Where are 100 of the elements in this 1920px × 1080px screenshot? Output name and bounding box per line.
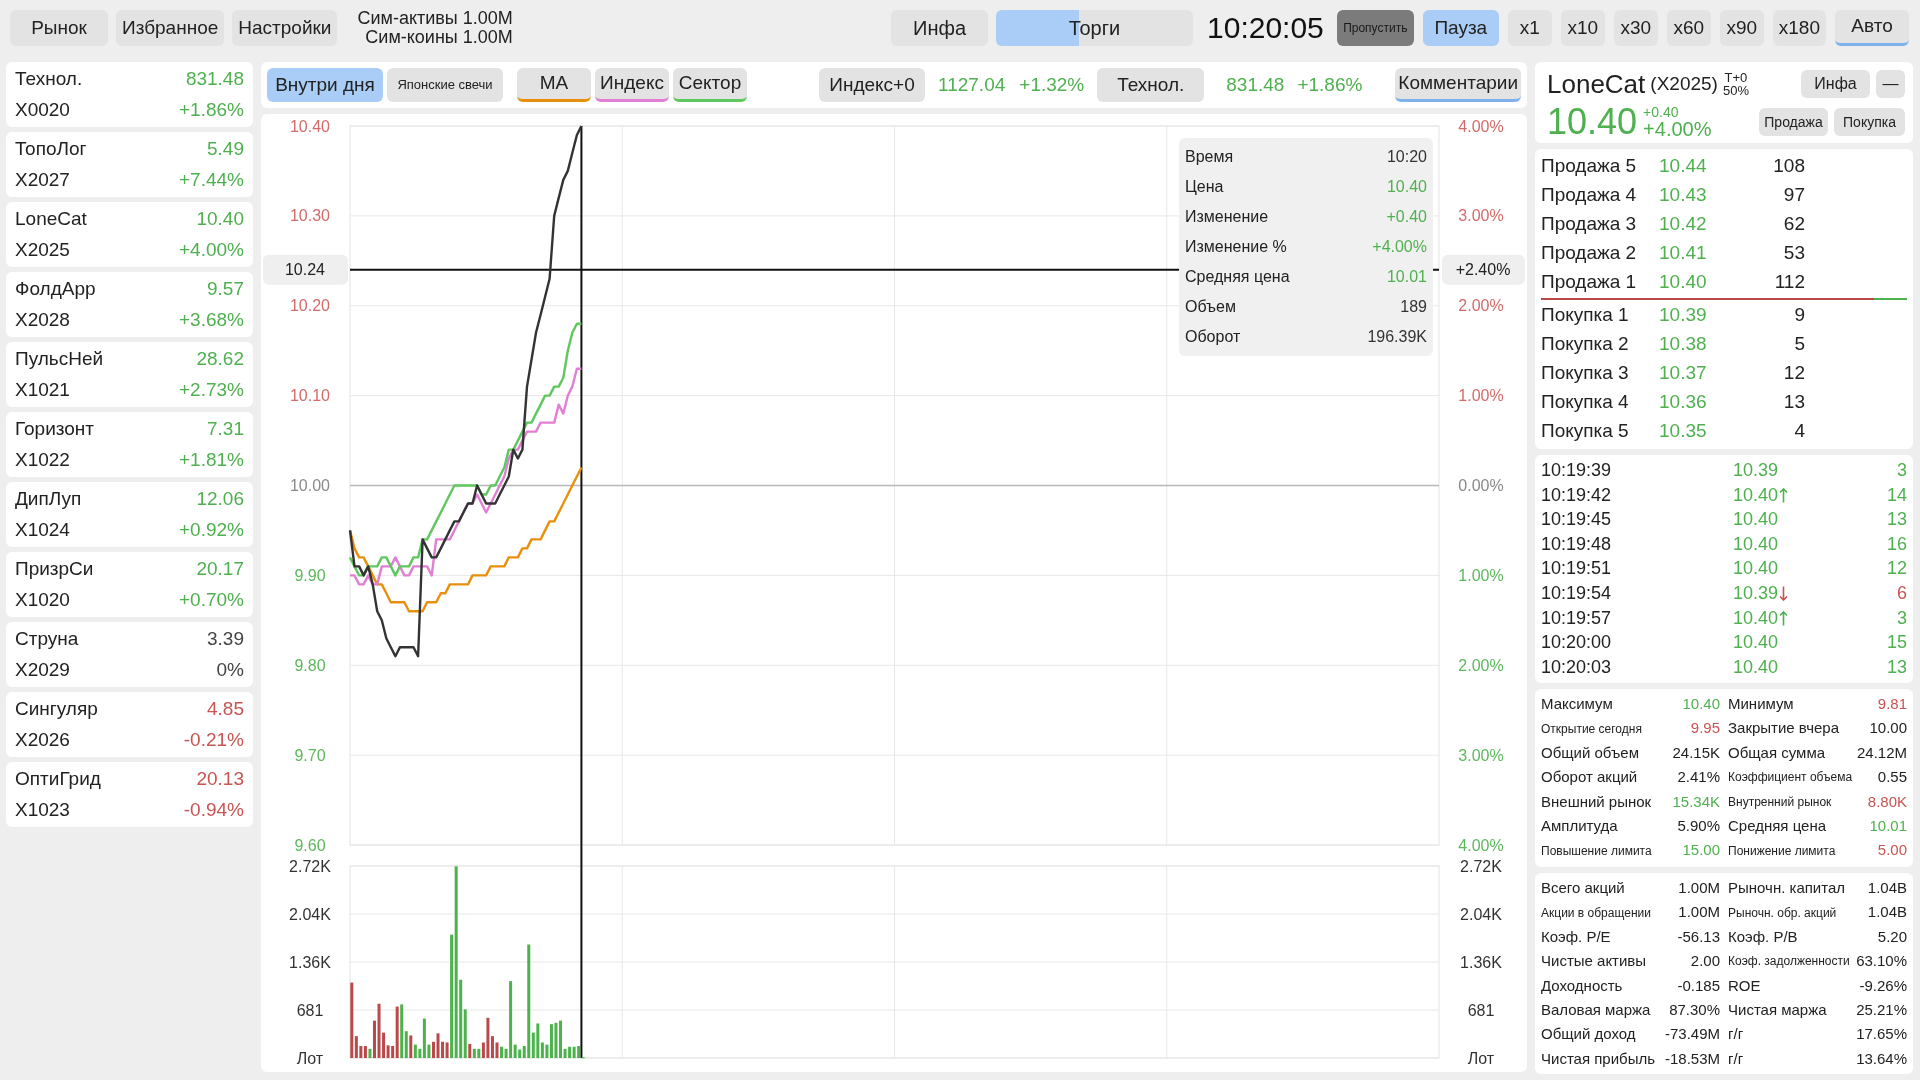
stock-price: 4.85 <box>207 697 244 721</box>
stock-change: +0.70% <box>179 588 244 612</box>
axis-label: 10.00 <box>290 477 330 494</box>
chart-mode-tab[interactable]: Японские свечи <box>387 68 503 102</box>
speed-button[interactable]: x180 <box>1772 10 1826 46</box>
stat-label: Рыночн. капитал <box>1728 877 1846 898</box>
stat-label: Внутренний рынок <box>1728 793 1832 811</box>
stat-value: 10.40 <box>1682 693 1720 714</box>
watchlist-item[interactable]: ОптиГрид 20.13 X1023 -0.94% <box>6 762 253 827</box>
watchlist-item[interactable]: Сингуляр 4.85 X2026 -0.21% <box>6 692 253 757</box>
skip-button[interactable]: Пропустить <box>1336 10 1414 46</box>
axis-label: 1.00% <box>1458 387 1504 405</box>
nav-button[interactable]: Настройки <box>232 10 338 46</box>
stock-change: +3.68% <box>179 308 244 332</box>
stock-change: +7.44% <box>179 168 244 192</box>
stat-value: -9.26% <box>1859 975 1907 996</box>
clock-time: 10:20:05 <box>1207 11 1324 45</box>
watchlist-item[interactable]: Горизонт 7.31 X1022 +1.81% <box>6 412 253 477</box>
speed-button[interactable]: x10 <box>1560 10 1605 46</box>
comments-toggle[interactable]: Комментарии <box>1395 68 1521 102</box>
stat-value: 2.00 <box>1690 951 1720 972</box>
trade-volume: 13 <box>1886 508 1907 532</box>
tooltip-label: Изменение <box>1185 207 1269 227</box>
speed-button[interactable]: x30 <box>1613 10 1658 46</box>
buy-button[interactable]: Покупка <box>1834 108 1905 136</box>
stock-name: LoneCat <box>15 207 87 231</box>
crosshair-price-label: 10.24 <box>263 254 348 285</box>
stat-label: Повышение лимита <box>1541 842 1652 860</box>
info-button[interactable]: Инфа <box>891 10 988 46</box>
stat-value: 1.04B <box>1867 877 1907 898</box>
watchlist-item[interactable]: LoneCat 10.40 X2025 +4.00% <box>6 202 253 267</box>
speed-button[interactable]: x90 <box>1719 10 1764 46</box>
watchlist-item[interactable]: Струна 3.39 X2029 0% <box>6 622 253 687</box>
index-button[interactable]: Индекс+0 <box>819 68 925 102</box>
auto-toggle[interactable]: Авто <box>1835 10 1909 46</box>
order-level-label: Покупка 4 <box>1541 390 1630 415</box>
order-price: 10.35 <box>1659 419 1708 444</box>
axis-label: 2.04K <box>289 905 331 923</box>
crosshair-percent-label: +2.40% <box>1442 254 1525 285</box>
tooltip-label: Время <box>1185 147 1234 167</box>
stat-value: 8.80K <box>1867 791 1907 812</box>
watchlist-item[interactable]: ПризрСи 20.17 X1020 +0.70% <box>6 552 253 617</box>
trade-time: 10:19:51 <box>1541 557 1613 581</box>
indicator-toggle[interactable]: Индекс <box>595 68 669 102</box>
speed-button[interactable]: x1 <box>1507 10 1552 46</box>
indicator-toggle[interactable]: Сектор <box>673 68 747 102</box>
tooltip-value: 10:20 <box>1386 147 1427 167</box>
trade-price: 10.40 <box>1733 508 1779 532</box>
tooltip-label: Оборот <box>1185 327 1241 347</box>
chart-mode-tab[interactable]: Внутри дня <box>267 68 383 102</box>
speed-button[interactable]: x60 <box>1666 10 1711 46</box>
watchlist-item[interactable]: ФолдАрр 9.57 X2028 +3.68% <box>6 272 253 337</box>
nav-button[interactable]: Избранное <box>116 10 225 46</box>
watchlist-item[interactable]: ДипЛуп 12.06 X1024 +0.92% <box>6 482 253 547</box>
stock-price: 10.40 <box>196 207 244 231</box>
stat-value: 25.21% <box>1856 999 1907 1020</box>
axis-label: 4.00% <box>1458 836 1504 854</box>
index-change: +1.32% <box>1019 72 1085 97</box>
axis-label: 2.04K <box>1460 905 1502 923</box>
axis-label: 681 <box>1467 1001 1495 1019</box>
order-volume: 12 <box>1782 361 1805 386</box>
stock-name: ТопоЛог <box>15 137 87 161</box>
axis-label: 10.30 <box>290 207 330 225</box>
stock-price: 3.39 <box>207 627 244 651</box>
sell-button[interactable]: Продажа <box>1759 108 1828 136</box>
stock-code: X2027 <box>15 168 70 192</box>
stat-value: 1.00M <box>1678 902 1720 923</box>
sector-button[interactable]: Технол. <box>1097 68 1205 102</box>
speed-button[interactable]: Пауза <box>1422 10 1499 46</box>
watchlist-item[interactable]: ПульсНей 28.62 X1021 +2.73% <box>6 342 253 407</box>
axis-label: 2.00% <box>1458 656 1504 674</box>
order-level-label: Покупка 1 <box>1541 303 1630 328</box>
stat-label: Средняя цена <box>1728 815 1827 836</box>
order-price: 10.36 <box>1659 390 1708 415</box>
order-volume: 108 <box>1772 154 1805 179</box>
watchlist-item[interactable]: ТопоЛог 5.49 X2027 +7.44% <box>6 132 253 197</box>
tooltip-value: 189 <box>1400 297 1427 317</box>
order-level-label: Покупка 3 <box>1541 361 1630 386</box>
tooltip-label: Объем <box>1185 297 1236 317</box>
session-progress-button[interactable]: Торги <box>996 10 1193 46</box>
axis-label: 10.40 <box>290 117 330 135</box>
trade-volume: 12 <box>1886 557 1907 581</box>
indicator-toggle[interactable]: MA <box>517 68 591 102</box>
order-volume: 112 <box>1773 270 1805 295</box>
stat-value: -18.53M <box>1664 1048 1720 1069</box>
collapse-button[interactable]: — <box>1876 70 1905 98</box>
stock-name: ДипЛуп <box>15 487 82 511</box>
balance-text: Сим-активы 1.00M <box>357 9 513 28</box>
stat-label: Чистая маржа <box>1728 999 1827 1020</box>
price-change-percent: +4.00% <box>1643 119 1712 139</box>
info-button[interactable]: Инфа <box>1801 70 1870 98</box>
trade-time: 10:19:42 <box>1541 483 1613 507</box>
axis-label: 2.72K <box>1460 857 1502 875</box>
trade-price: 10.40 <box>1733 557 1779 581</box>
trade-price: 10.40 <box>1733 606 1779 630</box>
stat-label: Минимум <box>1728 693 1794 714</box>
nav-button[interactable]: Рынок <box>10 10 108 46</box>
trade-volume: 14 <box>1886 483 1907 507</box>
stat-value: 2.41% <box>1677 767 1720 788</box>
watchlist-item[interactable]: Технол. 831.48 X0020 +1.86% <box>6 62 253 127</box>
